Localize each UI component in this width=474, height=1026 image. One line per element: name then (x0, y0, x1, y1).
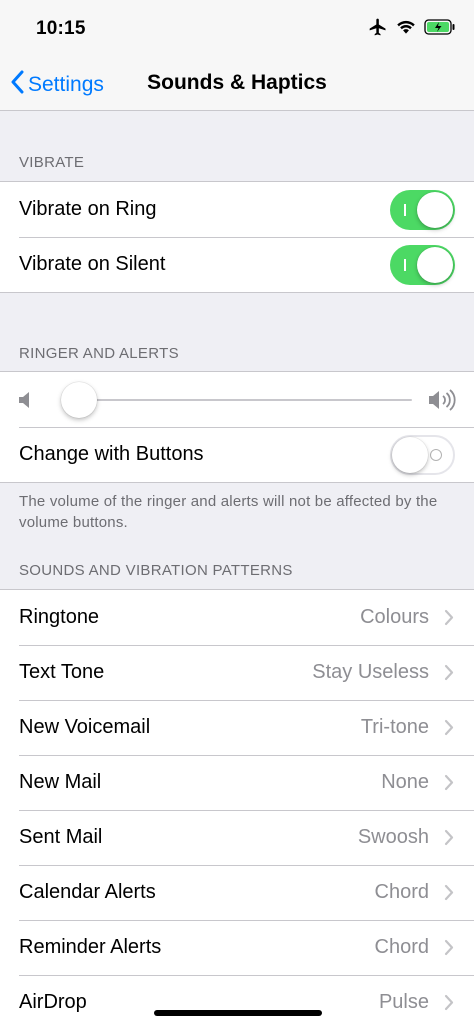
vibrate-on-ring-row: Vibrate on Ring (0, 182, 474, 237)
row-value: None (381, 771, 429, 793)
section-header-ringer: RINGER AND ALERTS (19, 345, 179, 362)
row-label: New Voicemail (19, 716, 151, 738)
page-title: Sounds & Haptics (147, 71, 327, 94)
row-label: New Mail (19, 771, 102, 793)
sound-row-sent-mail[interactable]: Sent Mail Swoosh (0, 810, 474, 865)
vibrate-on-ring-toggle[interactable] (390, 189, 455, 230)
chevron-right-icon (444, 884, 454, 906)
status-time: 10:15 (36, 18, 86, 39)
status-icons (368, 18, 456, 40)
volume-high-icon (427, 388, 457, 417)
home-indicator (154, 1010, 322, 1016)
wifi-icon (396, 19, 416, 40)
volume-slider-row (0, 372, 474, 427)
sounds-group: Ringtone Colours Text Tone Stay Useless … (0, 589, 474, 1026)
sound-row-new-voicemail[interactable]: New Voicemail Tri-tone (0, 700, 474, 755)
row-label: Ringtone (19, 606, 100, 628)
chevron-right-icon (444, 609, 454, 631)
row-value: Stay Useless (312, 661, 429, 683)
row-label: Vibrate on Silent (19, 253, 166, 275)
sound-row-new-mail[interactable]: New Mail None (0, 755, 474, 810)
battery-charging-icon (424, 18, 456, 40)
airplane-icon (368, 17, 388, 42)
volume-slider-knob[interactable] (61, 382, 97, 418)
volume-low-icon (17, 390, 33, 415)
vibrate-on-silent-toggle[interactable] (390, 244, 455, 285)
navigation-bar: Settings Sounds & Haptics (0, 58, 474, 111)
chevron-right-icon (444, 664, 454, 686)
ringer-group: Change with Buttons (0, 371, 474, 483)
row-label: Reminder Alerts (19, 936, 162, 958)
row-label: Change with Buttons (19, 443, 204, 465)
row-label: Vibrate on Ring (19, 198, 157, 220)
row-label: Calendar Alerts (19, 881, 156, 903)
row-label: AirDrop (19, 991, 87, 1013)
sound-row-ringtone[interactable]: Ringtone Colours (0, 590, 474, 645)
row-label: Text Tone (19, 661, 105, 683)
sound-row-airdrop[interactable]: AirDrop Pulse (0, 975, 474, 1026)
row-label: Sent Mail (19, 826, 103, 848)
sound-row-text-tone[interactable]: Text Tone Stay Useless (0, 645, 474, 700)
row-value: Tri-tone (360, 716, 429, 738)
change-with-buttons-toggle[interactable] (390, 434, 455, 475)
section-header-vibrate: VIBRATE (19, 154, 85, 171)
row-value: Pulse (378, 991, 429, 1013)
sound-row-reminder-alerts[interactable]: Reminder Alerts Chord (0, 920, 474, 975)
vibrate-group: Vibrate on Ring Vibrate on Silent (0, 181, 474, 293)
chevron-right-icon (444, 829, 454, 851)
row-value: Swoosh (357, 826, 429, 848)
volume-slider-track[interactable] (68, 399, 412, 401)
vibrate-on-silent-row: Vibrate on Silent (0, 237, 474, 292)
chevron-right-icon (444, 774, 454, 796)
row-value: Colours (360, 606, 429, 628)
status-bar: 10:15 (0, 0, 474, 58)
ringer-footer-note: The volume of the ringer and alerts will… (19, 493, 438, 531)
chevron-right-icon (444, 939, 454, 961)
sound-row-calendar-alerts[interactable]: Calendar Alerts Chord (0, 865, 474, 920)
row-value: Chord (374, 936, 429, 958)
chevron-right-icon (444, 994, 454, 1016)
chevron-right-icon (444, 719, 454, 741)
section-header-sounds: SOUNDS AND VIBRATION PATTERNS (19, 562, 293, 579)
change-with-buttons-row: Change with Buttons (0, 427, 474, 482)
row-value: Chord (374, 881, 429, 903)
